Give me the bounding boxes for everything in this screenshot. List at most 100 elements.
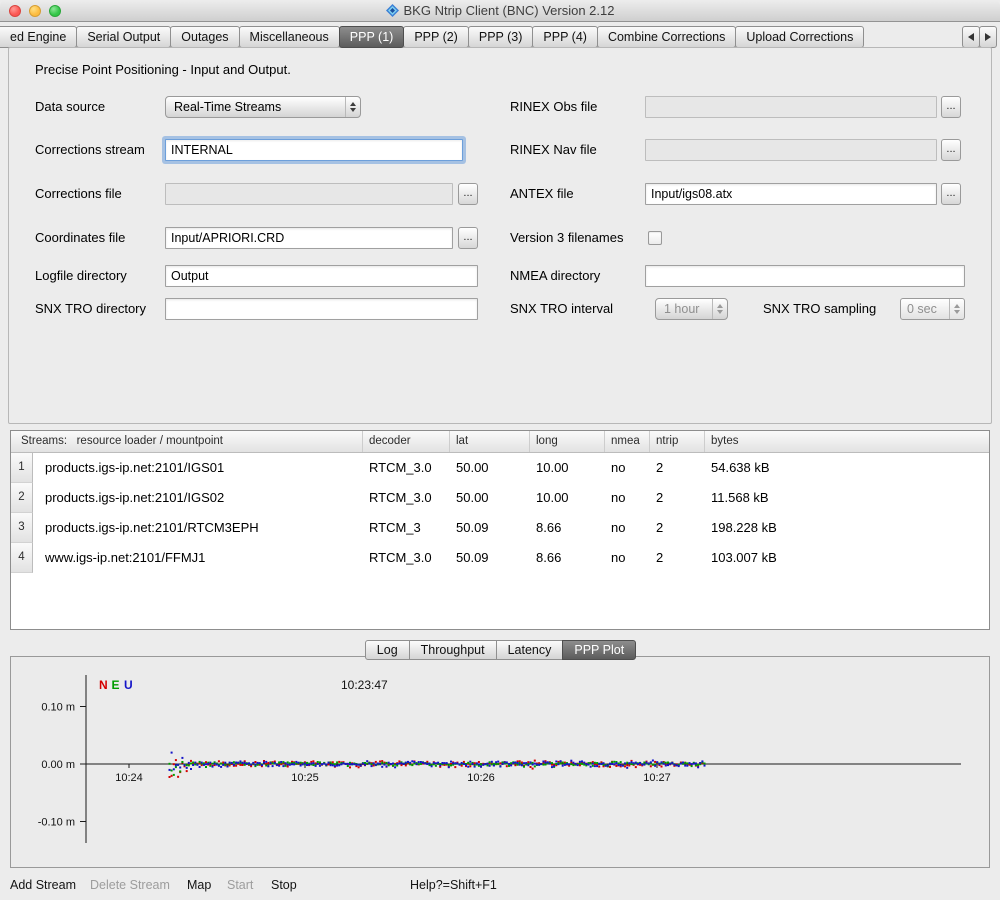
ppp-heading: Precise Point Positioning - Input and Ou… bbox=[35, 62, 291, 77]
rinex-obs-browse-button[interactable]: ... bbox=[941, 96, 961, 118]
app-window: BKG Ntrip Client (BNC) Version 2.12 ed E… bbox=[0, 0, 1000, 900]
popup-arrows-icon bbox=[345, 97, 360, 117]
map-button[interactable]: Map bbox=[187, 878, 211, 892]
rinex-nav-file-label: RINEX Nav file bbox=[510, 139, 597, 161]
data-source-popup[interactable]: Real-Time Streams bbox=[165, 96, 361, 118]
header-nmea: nmea bbox=[605, 431, 650, 452]
antex-browse-button[interactable]: ... bbox=[941, 183, 961, 205]
coordinates-file-input[interactable] bbox=[165, 227, 453, 249]
tab-miscellaneous[interactable]: Miscellaneous bbox=[239, 26, 340, 48]
popup-arrows-icon bbox=[712, 299, 727, 319]
cell-decoder: RTCM_3 bbox=[363, 513, 450, 543]
cell-ntrip: 2 bbox=[650, 453, 705, 483]
coordinates-file-label: Coordinates file bbox=[35, 227, 125, 249]
streams-table-header: Streams: resource loader / mountpoint de… bbox=[11, 431, 989, 453]
left-arrow-icon bbox=[968, 33, 974, 41]
cell-nmea: no bbox=[605, 513, 650, 543]
row-number: 1 bbox=[11, 453, 33, 483]
corrections-file-label: Corrections file bbox=[35, 183, 122, 205]
tab-bar: ed Engine Serial Output Outages Miscella… bbox=[0, 26, 1000, 48]
cell-lat: 50.09 bbox=[450, 513, 530, 543]
svg-text:0.10 m: 0.10 m bbox=[41, 702, 75, 714]
tab-scroll-right-button[interactable] bbox=[979, 26, 997, 48]
corrections-file-browse-button[interactable]: ... bbox=[458, 183, 478, 205]
nmea-directory-input[interactable] bbox=[645, 265, 965, 287]
cell-long: 10.00 bbox=[530, 453, 605, 483]
cell-ntrip: 2 bbox=[650, 513, 705, 543]
svg-text:0.00 m: 0.00 m bbox=[41, 759, 75, 771]
svg-text:10:25: 10:25 bbox=[291, 772, 319, 784]
cell-long: 10.00 bbox=[530, 483, 605, 513]
header-lat: lat bbox=[450, 431, 530, 452]
header-long: long bbox=[530, 431, 605, 452]
row-number: 2 bbox=[11, 483, 33, 513]
snx-tro-sampling-spinner[interactable]: 0 sec bbox=[900, 298, 965, 320]
tab-log[interactable]: Log bbox=[365, 640, 410, 660]
cell-lat: 50.09 bbox=[450, 543, 530, 573]
version3-filenames-label: Version 3 filenames bbox=[510, 227, 623, 249]
streams-table: Streams: resource loader / mountpoint de… bbox=[10, 430, 990, 630]
tab-scroll-left-button[interactable] bbox=[962, 26, 980, 48]
nmea-directory-label: NMEA directory bbox=[510, 265, 600, 287]
tab-serial-output[interactable]: Serial Output bbox=[76, 26, 171, 48]
rinex-obs-file-label: RINEX Obs file bbox=[510, 96, 597, 118]
rinex-nav-file-input bbox=[645, 139, 937, 161]
antex-file-label: ANTEX file bbox=[510, 183, 574, 205]
data-source-label: Data source bbox=[35, 96, 105, 118]
snx-tro-interval-value: 1 hour bbox=[664, 302, 699, 316]
tab-ppp-2[interactable]: PPP (2) bbox=[403, 26, 469, 48]
cell-long: 8.66 bbox=[530, 513, 605, 543]
tab-combine-corrections[interactable]: Combine Corrections bbox=[597, 26, 736, 48]
cell-mountpoint: www.igs-ip.net:2101/FFMJ1 bbox=[33, 543, 363, 573]
rinex-nav-browse-button[interactable]: ... bbox=[941, 139, 961, 161]
corrections-stream-label: Corrections stream bbox=[35, 139, 145, 161]
tab-outages[interactable]: Outages bbox=[170, 26, 239, 48]
version3-checkbox[interactable] bbox=[648, 231, 662, 245]
stream-row[interactable]: 4 www.igs-ip.net:2101/FFMJ1 RTCM_3.0 50.… bbox=[11, 543, 989, 573]
svg-text:10:23:47: 10:23:47 bbox=[341, 678, 388, 692]
right-arrow-icon bbox=[985, 33, 991, 41]
header-ntrip: ntrip bbox=[650, 431, 705, 452]
stream-row[interactable]: 3 products.igs-ip.net:2101/RTCM3EPH RTCM… bbox=[11, 513, 989, 543]
cell-bytes: 54.638 kB bbox=[705, 453, 989, 483]
cell-lat: 50.00 bbox=[450, 483, 530, 513]
app-icon bbox=[386, 2, 399, 24]
tab-ppp-4[interactable]: PPP (4) bbox=[532, 26, 598, 48]
svg-text:E: E bbox=[112, 678, 120, 692]
start-button: Start bbox=[227, 878, 253, 892]
stream-row[interactable]: 1 products.igs-ip.net:2101/IGS01 RTCM_3.… bbox=[11, 453, 989, 483]
add-stream-button[interactable]: Add Stream bbox=[10, 878, 76, 892]
tab-ppp-1[interactable]: PPP (1) bbox=[339, 26, 405, 48]
coordinates-file-browse-button[interactable]: ... bbox=[458, 227, 478, 249]
cell-lat: 50.00 bbox=[450, 453, 530, 483]
ppp-plot: 0.10 m0.00 m-0.10 m10:2410:2510:2610:271… bbox=[11, 657, 989, 867]
cell-nmea: no bbox=[605, 453, 650, 483]
cell-bytes: 103.007 kB bbox=[705, 543, 989, 573]
cell-nmea: no bbox=[605, 543, 650, 573]
plot-panel: 0.10 m0.00 m-0.10 m10:2410:2510:2610:271… bbox=[10, 656, 990, 868]
corrections-stream-input[interactable] bbox=[165, 139, 463, 161]
tab-ppp-3[interactable]: PPP (3) bbox=[468, 26, 534, 48]
tab-upload-corrections[interactable]: Upload Corrections bbox=[735, 26, 864, 48]
tab-throughput[interactable]: Throughput bbox=[409, 640, 497, 660]
delete-stream-button: Delete Stream bbox=[90, 878, 170, 892]
tab-ppp-plot[interactable]: PPP Plot bbox=[562, 640, 636, 660]
cell-mountpoint: products.igs-ip.net:2101/IGS02 bbox=[33, 483, 363, 513]
stream-row[interactable]: 2 products.igs-ip.net:2101/IGS02 RTCM_3.… bbox=[11, 483, 989, 513]
header-mountpoint: Streams: resource loader / mountpoint bbox=[11, 431, 363, 452]
logfile-directory-input[interactable] bbox=[165, 265, 478, 287]
tab-feed-engine[interactable]: ed Engine bbox=[0, 26, 77, 48]
stop-button[interactable]: Stop bbox=[271, 878, 297, 892]
antex-file-input[interactable] bbox=[645, 183, 937, 205]
titlebar[interactable]: BKG Ntrip Client (BNC) Version 2.12 bbox=[0, 0, 1000, 22]
cell-ntrip: 2 bbox=[650, 483, 705, 513]
cell-decoder: RTCM_3.0 bbox=[363, 483, 450, 513]
cell-mountpoint: products.igs-ip.net:2101/IGS01 bbox=[33, 453, 363, 483]
row-number: 4 bbox=[11, 543, 33, 573]
snx-tro-directory-input[interactable] bbox=[165, 298, 478, 320]
window-title: BKG Ntrip Client (BNC) Version 2.12 bbox=[0, 0, 1000, 22]
snx-tro-interval-popup[interactable]: 1 hour bbox=[655, 298, 728, 320]
tab-latency[interactable]: Latency bbox=[496, 640, 564, 660]
svg-text:10:24: 10:24 bbox=[115, 772, 143, 784]
bottom-tab-bar: Log Throughput Latency PPP Plot bbox=[0, 640, 1000, 660]
